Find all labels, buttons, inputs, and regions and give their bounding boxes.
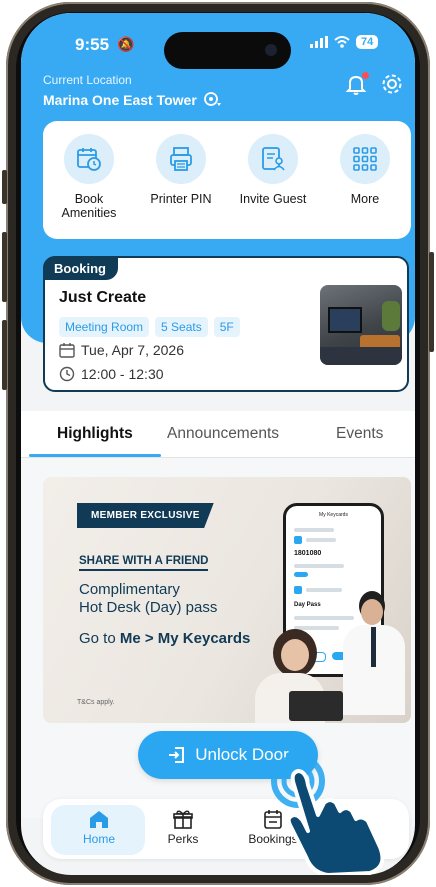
notification-bell-icon[interactable] bbox=[345, 72, 369, 95]
notification-dot bbox=[362, 72, 369, 79]
tab-announcements[interactable]: Announcements bbox=[167, 425, 279, 443]
booking-chip: Meeting Room bbox=[59, 317, 150, 337]
calendar-clock-icon bbox=[64, 134, 114, 184]
booking-title: Just Create bbox=[59, 289, 147, 306]
grid-icon bbox=[340, 134, 390, 184]
volume-up-button bbox=[2, 232, 7, 302]
unlock-door-icon bbox=[169, 747, 185, 763]
wifi-icon bbox=[334, 36, 350, 48]
calendar-icon bbox=[59, 343, 75, 358]
clock-icon bbox=[59, 366, 75, 382]
tap-gesture-hand-icon bbox=[250, 745, 400, 877]
booking-chips: Meeting Room 5 Seats 5F bbox=[59, 317, 240, 337]
location-name: Marina One East Tower bbox=[43, 92, 197, 108]
quick-action-label: Book Amenities bbox=[61, 192, 117, 220]
nav-item-perks[interactable]: Perks bbox=[161, 809, 205, 846]
promo-cta-text: Go to Me > My Keycards bbox=[79, 630, 250, 647]
promo-line1: Complimentary bbox=[79, 581, 180, 598]
booking-chip: 5F bbox=[213, 317, 240, 337]
nav-label: Perks bbox=[167, 832, 199, 846]
quick-action-label: Invite Guest bbox=[239, 192, 307, 206]
quick-action-book-amenities[interactable]: Book Amenities bbox=[48, 134, 130, 239]
promo-phone-code: 1801080 bbox=[294, 550, 322, 557]
booking-chip: 5 Seats bbox=[155, 317, 208, 337]
tab-events[interactable]: Events bbox=[336, 425, 383, 443]
nav-label: Home bbox=[82, 832, 115, 846]
promo-go-path: Me > My Keycards bbox=[119, 630, 251, 647]
location-selector[interactable]: Marina One East Tower bbox=[43, 91, 223, 109]
promo-banner[interactable]: MEMBER EXCLUSIVE SHARE WITH A FRIEND Com… bbox=[43, 477, 411, 723]
location-pin-icon bbox=[203, 92, 221, 106]
booking-time: 12:00 - 12:30 bbox=[81, 366, 164, 382]
booking-card[interactable]: Booking Just Create Meeting Room 5 Seats… bbox=[43, 256, 409, 392]
signal-icon bbox=[310, 36, 328, 48]
booking-date: Tue, Apr 7, 2026 bbox=[81, 342, 184, 358]
quick-action-label: More bbox=[350, 192, 380, 206]
promo-phone-pass: Day Pass bbox=[294, 602, 321, 608]
side-button bbox=[2, 170, 7, 204]
battery-icon: 74 bbox=[356, 35, 379, 49]
meeting-room-photo bbox=[320, 285, 402, 365]
quick-action-printer-pin[interactable]: Printer PIN bbox=[140, 134, 222, 239]
gift-icon bbox=[173, 810, 193, 829]
promo-line2: Hot Desk (Day) pass bbox=[79, 599, 218, 616]
location-label: Current Location bbox=[43, 73, 132, 87]
volume-down-button bbox=[2, 320, 7, 390]
promo-text: Complimentary Hot Desk (Day) pass bbox=[79, 581, 217, 617]
quick-actions-card: Book Amenities Printer PIN Invite Guest … bbox=[43, 121, 411, 239]
promo-phone-title: My Keycards bbox=[319, 512, 348, 518]
quick-action-invite-guest[interactable]: Invite Guest bbox=[232, 134, 314, 239]
quick-action-label: Printer PIN bbox=[150, 192, 212, 206]
promo-heading: SHARE WITH A FRIEND bbox=[79, 555, 209, 571]
promo-badge: MEMBER EXCLUSIVE bbox=[77, 503, 214, 528]
quick-action-more[interactable]: More bbox=[324, 134, 406, 239]
dynamic-island bbox=[164, 32, 291, 69]
header-actions bbox=[345, 72, 403, 95]
status-time: 9:55 bbox=[75, 35, 110, 54]
printer-icon bbox=[156, 134, 206, 184]
tab-highlights[interactable]: Highlights bbox=[57, 425, 133, 443]
booking-tag: Booking bbox=[44, 257, 118, 280]
invite-guest-icon bbox=[248, 134, 298, 184]
silent-bell-icon: 🔕 bbox=[117, 36, 135, 52]
nav-item-home[interactable]: Home bbox=[77, 809, 121, 846]
booking-time-row: 12:00 - 12:30 bbox=[59, 366, 164, 382]
power-button bbox=[429, 252, 434, 352]
active-tab-indicator bbox=[29, 454, 161, 457]
home-icon bbox=[90, 811, 108, 828]
promo-go-prefix: Go to bbox=[79, 630, 120, 647]
content-tabs: Highlights Announcements Events bbox=[21, 411, 415, 458]
booking-date-row: Tue, Apr 7, 2026 bbox=[59, 342, 184, 358]
camera-icon bbox=[265, 44, 277, 56]
promo-terms: T&Cs apply. bbox=[77, 699, 115, 706]
settings-gear-icon[interactable] bbox=[381, 73, 403, 95]
